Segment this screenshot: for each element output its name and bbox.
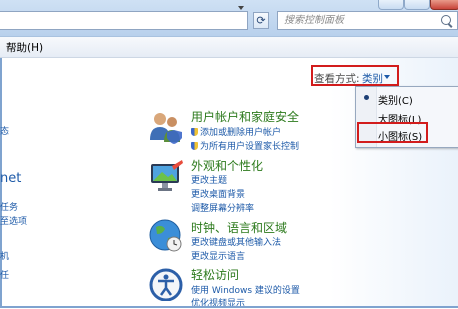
category-link[interactable]: 更改桌面背景 xyxy=(191,187,245,200)
category-link[interactable]: 为所有用户设置家长控制 xyxy=(191,139,299,152)
close-button[interactable] xyxy=(430,0,458,10)
search-placeholder: 搜索控制面板 xyxy=(284,15,344,26)
highlight-box-view-by xyxy=(311,65,399,86)
shield-icon xyxy=(191,128,198,136)
refresh-button[interactable]: ⟳ xyxy=(253,12,269,29)
left-link-fragment[interactable]: 机 xyxy=(0,249,9,262)
left-link-fragment[interactable]: 至选项 xyxy=(0,214,27,227)
search-input[interactable]: 搜索控制面板 xyxy=(277,11,458,30)
category-link[interactable]: 更改显示语言 xyxy=(191,249,245,262)
category-link[interactable]: 添加或删除用户帐户 xyxy=(191,125,281,138)
category-title-ease-of-access[interactable]: 轻松访问 xyxy=(191,266,239,283)
menu-bar: 帮助(H) xyxy=(0,37,458,58)
menu-item-category[interactable]: 类别(C) xyxy=(378,92,413,107)
menu-help[interactable]: 帮助(H) xyxy=(6,40,43,55)
category-title-clock-language-region[interactable]: 时钟、语言和区域 xyxy=(191,219,287,236)
refresh-icon: ⟳ xyxy=(256,14,266,27)
category-link[interactable]: 更改键盘或其他输入法 xyxy=(191,235,281,248)
maximize-button[interactable] xyxy=(404,0,430,10)
category-link[interactable]: 更改主题 xyxy=(191,173,227,186)
category-title-appearance[interactable]: 外观和个性化 xyxy=(191,157,263,174)
search-icon[interactable] xyxy=(441,15,451,25)
left-link-fragment[interactable]: 态 xyxy=(0,124,9,137)
address-bar[interactable] xyxy=(0,11,248,30)
shield-icon xyxy=(191,142,198,150)
highlight-box-small-icons xyxy=(357,122,428,143)
category-link[interactable]: 调整屏幕分辨率 xyxy=(191,201,254,214)
radio-selected-icon xyxy=(364,95,369,100)
category-link[interactable]: 使用 Windows 建议的设置 xyxy=(191,283,300,296)
left-link-fragment[interactable]: net xyxy=(0,171,21,186)
address-dropdown-icon[interactable] xyxy=(238,6,244,10)
globe-clock-icon[interactable] xyxy=(148,218,184,252)
minimize-button[interactable] xyxy=(378,0,404,10)
appearance-icon[interactable] xyxy=(148,160,184,194)
category-title-user-accounts[interactable]: 用户帐户和家庭安全 xyxy=(191,108,299,125)
users-icon[interactable] xyxy=(148,110,184,144)
left-link-fragment[interactable]: 任务 xyxy=(0,200,18,213)
left-link-fragment[interactable]: 任 xyxy=(0,268,9,281)
ease-of-access-icon[interactable] xyxy=(148,267,184,301)
